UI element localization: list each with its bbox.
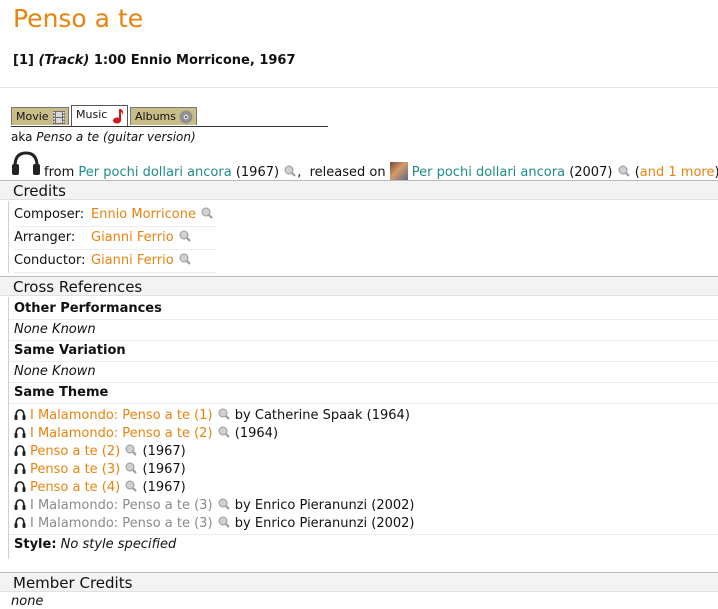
track-details: 1:00 Ennio Morricone, 1967	[93, 53, 296, 68]
track-kind: (Track)	[38, 53, 90, 68]
divider	[9, 319, 718, 320]
credits-heading: Credits	[0, 180, 718, 200]
headphones-icon	[12, 151, 40, 175]
tab-bar: Movie Music Albums	[11, 105, 328, 127]
divider	[9, 534, 718, 535]
theme-title-link[interactable]: Penso a te (2)	[30, 444, 120, 459]
headphones-icon	[14, 409, 26, 420]
track-number: [1]	[13, 53, 34, 68]
magnifier-icon[interactable]	[125, 462, 138, 474]
theme-title-link[interactable]: I Malamondo: Penso a te (3)	[30, 498, 213, 513]
other-performances-value: None Known	[14, 322, 96, 337]
credit-name-link[interactable]: Ennio Morricone	[91, 207, 196, 222]
magnifier-icon[interactable]	[218, 498, 230, 510]
magnifier-icon[interactable]	[218, 408, 230, 420]
theme-suffix: by Enrico Pieranunzi (2002)	[234, 516, 415, 531]
theme-title-link[interactable]: I Malamondo: Penso a te (3)	[30, 516, 213, 531]
theme-title-link[interactable]: I Malamondo: Penso a te (2)	[30, 426, 213, 441]
headphones-icon	[14, 427, 26, 438]
tab-movie-label: Movie	[16, 110, 49, 123]
album-year: (2007)	[569, 165, 613, 180]
magnifier-icon[interactable]	[618, 165, 630, 177]
same-theme-row: Penso a te (3) (1967)	[14, 461, 186, 479]
theme-title-link[interactable]: I Malamondo: Penso a te (1)	[30, 408, 213, 423]
close-paren: )	[714, 165, 718, 180]
album-title-link[interactable]: Per pochi dollari ancora	[412, 165, 565, 180]
style-line: Style: No style specified	[14, 537, 176, 552]
divider	[9, 382, 718, 383]
tab-albums[interactable]: Albums	[130, 107, 197, 125]
magnifier-icon[interactable]	[125, 480, 138, 492]
from-title-link[interactable]: Per pochi dollari ancora	[78, 165, 231, 180]
credit-row-arranger: Arranger: Gianni Ferrio	[14, 227, 216, 250]
tab-movie[interactable]: Movie	[11, 107, 69, 125]
magnifier-icon[interactable]	[201, 207, 213, 219]
cross-ref-left-rule	[8, 297, 9, 559]
magnifier-icon[interactable]	[179, 230, 191, 242]
magnifier-icon[interactable]	[179, 253, 191, 265]
theme-title-link[interactable]: Penso a te (4)	[30, 480, 120, 495]
headphones-icon	[14, 463, 26, 474]
disc-icon	[179, 110, 193, 124]
style-label: Style:	[14, 537, 57, 552]
tab-music-label: Music	[76, 108, 108, 121]
headphones-icon	[14, 499, 26, 510]
theme-suffix: (1967)	[142, 480, 186, 495]
credits-left-rule	[8, 201, 9, 273]
theme-suffix: (1967)	[142, 444, 186, 459]
comma: ,	[297, 165, 302, 180]
from-label: from	[44, 165, 75, 180]
aka-prefix: aka	[11, 130, 33, 144]
aka-title: Penso a te (guitar version)	[36, 130, 196, 144]
same-theme-row: I Malamondo: Penso a te (3) by Enrico Pi…	[14, 497, 415, 515]
theme-suffix: (1964)	[234, 426, 279, 441]
theme-suffix: by Catherine Spaak (1964)	[234, 408, 410, 423]
other-performances-label: Other Performances	[14, 301, 162, 316]
theme-suffix: by Enrico Pieranunzi (2002)	[234, 498, 415, 513]
headphones-icon	[14, 517, 26, 528]
credit-row-composer: Composer: Ennio Morricone	[14, 204, 216, 227]
magnifier-icon[interactable]	[218, 516, 230, 528]
music-note-icon	[113, 109, 124, 124]
source-line: from Per pochi dollari ancora (1967) , r…	[11, 150, 718, 180]
credit-name-link[interactable]: Gianni Ferrio	[91, 253, 174, 268]
aka-line: aka Penso a te (guitar version)	[11, 130, 196, 144]
from-year: (1967)	[235, 165, 280, 180]
released-label: released on	[309, 165, 386, 180]
same-variation-value: None Known	[14, 364, 96, 379]
same-theme-row: I Malamondo: Penso a te (2) (1964)	[14, 425, 278, 443]
tab-albums-label: Albums	[135, 110, 176, 123]
track-info: [1] (Track) 1:00 Ennio Morricone, 1967	[13, 53, 296, 68]
theme-suffix: (1967)	[142, 462, 186, 477]
same-theme-row: I Malamondo: Penso a te (1) by Catherine…	[14, 407, 410, 425]
member-credits-heading: Member Credits	[0, 572, 718, 592]
headphones-icon	[14, 445, 26, 456]
credit-role: Composer:	[14, 207, 85, 222]
divider	[9, 361, 718, 362]
divider	[9, 403, 718, 404]
magnifier-icon[interactable]	[125, 444, 138, 456]
magnifier-icon[interactable]	[218, 426, 230, 438]
same-variation-label: Same Variation	[14, 343, 126, 358]
credit-role: Arranger:	[14, 230, 76, 245]
credit-role: Conductor:	[14, 253, 86, 268]
film-strip-icon	[53, 111, 65, 124]
and-more-link[interactable]: and 1 more	[640, 165, 715, 180]
divider	[9, 340, 718, 341]
theme-title-link[interactable]: Penso a te (3)	[30, 462, 120, 477]
credit-row-conductor: Conductor: Gianni Ferrio	[14, 250, 216, 273]
header-divider	[0, 87, 718, 88]
same-theme-row: I Malamondo: Penso a te (3) by Enrico Pi…	[14, 515, 415, 533]
cross-references-heading: Cross References	[0, 276, 718, 296]
headphones-icon	[14, 481, 26, 492]
same-theme-row: Penso a te (2) (1967)	[14, 443, 186, 461]
page-title: Penso a te	[13, 4, 144, 33]
credit-name-link[interactable]: Gianni Ferrio	[91, 230, 174, 245]
style-value: No style specified	[60, 537, 177, 552]
same-theme-row: Penso a te (4) (1967)	[14, 479, 186, 497]
magnifier-icon[interactable]	[284, 165, 296, 177]
album-cover-thumbnail[interactable]	[389, 162, 408, 180]
tab-music[interactable]: Music	[71, 105, 128, 126]
same-theme-label: Same Theme	[14, 385, 109, 400]
